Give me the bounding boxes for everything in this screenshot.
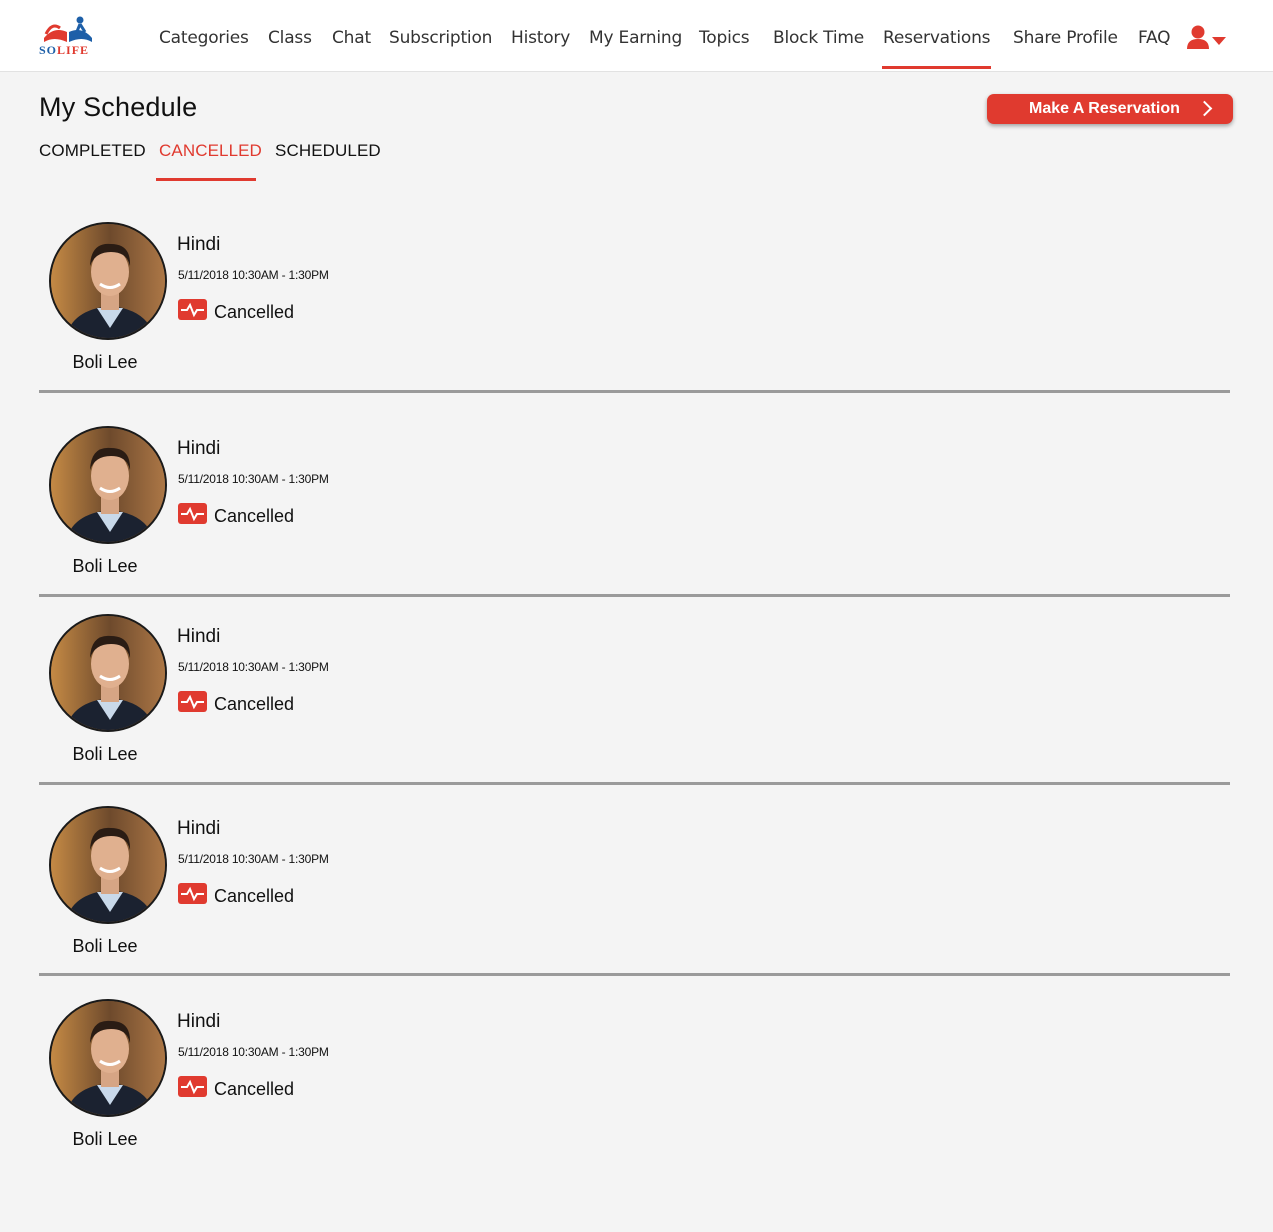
- reservation-card[interactable]: Boli Lee Hindi 5/11/2018 10:30AM - 1:30PM C…: [39, 222, 1230, 382]
- status-text: Cancelled: [214, 302, 295, 322]
- active-nav-indicator: [882, 66, 991, 69]
- avatar-image: [51, 224, 165, 338]
- pulse-icon: [178, 883, 207, 904]
- subject-label: Hindi: [177, 438, 221, 459]
- nav-item-faq[interactable]: FAQ: [1138, 28, 1171, 48]
- avatar-image: [51, 1001, 165, 1115]
- nav-item-class[interactable]: Class: [268, 28, 312, 48]
- status-text: Cancelled: [214, 694, 295, 714]
- chevron-right-icon: [1196, 100, 1213, 117]
- reservation-datetime: 5/11/2018 10:30AM - 1:30PM: [178, 660, 329, 674]
- make-reservation-label: Make A Reservation: [1029, 100, 1180, 117]
- nav-item-block-time[interactable]: Block Time: [773, 28, 864, 48]
- pulse-icon: [178, 1076, 207, 1097]
- active-tab-indicator: [156, 178, 256, 181]
- reservation-card[interactable]: Boli Lee Hindi 5/11/2018 10:30AM - 1:30PM C…: [39, 426, 1230, 586]
- avatar[interactable]: [49, 806, 167, 924]
- avatar[interactable]: [49, 222, 167, 340]
- solife-logo[interactable]: SOLIFE: [36, 12, 100, 62]
- user-icon[interactable]: [1186, 24, 1210, 50]
- tab-cancelled[interactable]: CANCELLED: [159, 141, 262, 161]
- tutor-name: Boli Lee: [72, 936, 138, 956]
- page-title: My Schedule: [39, 92, 198, 122]
- divider: [39, 594, 1230, 597]
- avatar-image: [51, 428, 165, 542]
- nav-item-history[interactable]: History: [511, 28, 570, 48]
- tutor-name: Boli Lee: [72, 556, 138, 576]
- tab-completed[interactable]: COMPLETED: [39, 141, 146, 161]
- make-reservation-button[interactable]: Make A Reservation: [987, 94, 1233, 124]
- avatar[interactable]: [49, 999, 167, 1117]
- pulse-icon: [178, 503, 207, 524]
- tutor-name: Boli Lee: [72, 744, 138, 764]
- logo-text-so: SO: [39, 43, 58, 57]
- book-logo-icon: [44, 16, 92, 42]
- pulse-icon: [178, 299, 207, 320]
- status-text: Cancelled: [214, 1079, 295, 1099]
- reservation-card[interactable]: Boli Lee Hindi 5/11/2018 10:30AM - 1:30PM C…: [39, 614, 1230, 774]
- nav-item-reservations[interactable]: Reservations: [883, 28, 991, 48]
- reservation-card[interactable]: Boli Lee Hindi 5/11/2018 10:30AM - 1:30PM C…: [39, 806, 1230, 966]
- subject-label: Hindi: [177, 626, 221, 647]
- chevron-down-icon[interactable]: [1212, 37, 1226, 45]
- reservation-datetime: 5/11/2018 10:30AM - 1:30PM: [178, 852, 329, 866]
- status-text: Cancelled: [214, 886, 295, 906]
- nav-item-share-profile[interactable]: Share Profile: [1013, 28, 1118, 48]
- divider: [39, 973, 1230, 976]
- subject-label: Hindi: [177, 1011, 221, 1032]
- nav-item-my-earning[interactable]: My Earning: [589, 28, 682, 48]
- avatar[interactable]: [49, 614, 167, 732]
- avatar-image: [51, 808, 165, 922]
- top-navbar: SOLIFE Categories Class Chat Subscriptio…: [0, 0, 1273, 72]
- tutor-name: Boli Lee: [72, 1129, 138, 1149]
- pulse-icon: [178, 691, 207, 712]
- nav-item-subscription[interactable]: Subscription: [389, 28, 492, 48]
- nav-item-topics[interactable]: Topics: [699, 28, 750, 48]
- nav-item-chat[interactable]: Chat: [332, 28, 371, 48]
- logo-text: SOLIFE: [39, 43, 89, 58]
- divider: [39, 782, 1230, 785]
- subject-label: Hindi: [177, 234, 221, 255]
- tab-scheduled[interactable]: SCHEDULED: [275, 141, 381, 161]
- divider: [39, 390, 1230, 393]
- reservation-datetime: 5/11/2018 10:30AM - 1:30PM: [178, 268, 329, 282]
- tutor-name: Boli Lee: [72, 352, 138, 372]
- avatar-image: [51, 616, 165, 730]
- avatar[interactable]: [49, 426, 167, 544]
- reservation-card[interactable]: Boli Lee Hindi 5/11/2018 10:30AM - 1:30PM C…: [39, 999, 1230, 1159]
- reservation-datetime: 5/11/2018 10:30AM - 1:30PM: [178, 1045, 329, 1059]
- subject-label: Hindi: [177, 818, 221, 839]
- reservation-datetime: 5/11/2018 10:30AM - 1:30PM: [178, 472, 329, 486]
- status-text: Cancelled: [214, 506, 295, 526]
- logo-text-life: LIFE: [57, 43, 90, 57]
- nav-item-categories[interactable]: Categories: [159, 28, 249, 48]
